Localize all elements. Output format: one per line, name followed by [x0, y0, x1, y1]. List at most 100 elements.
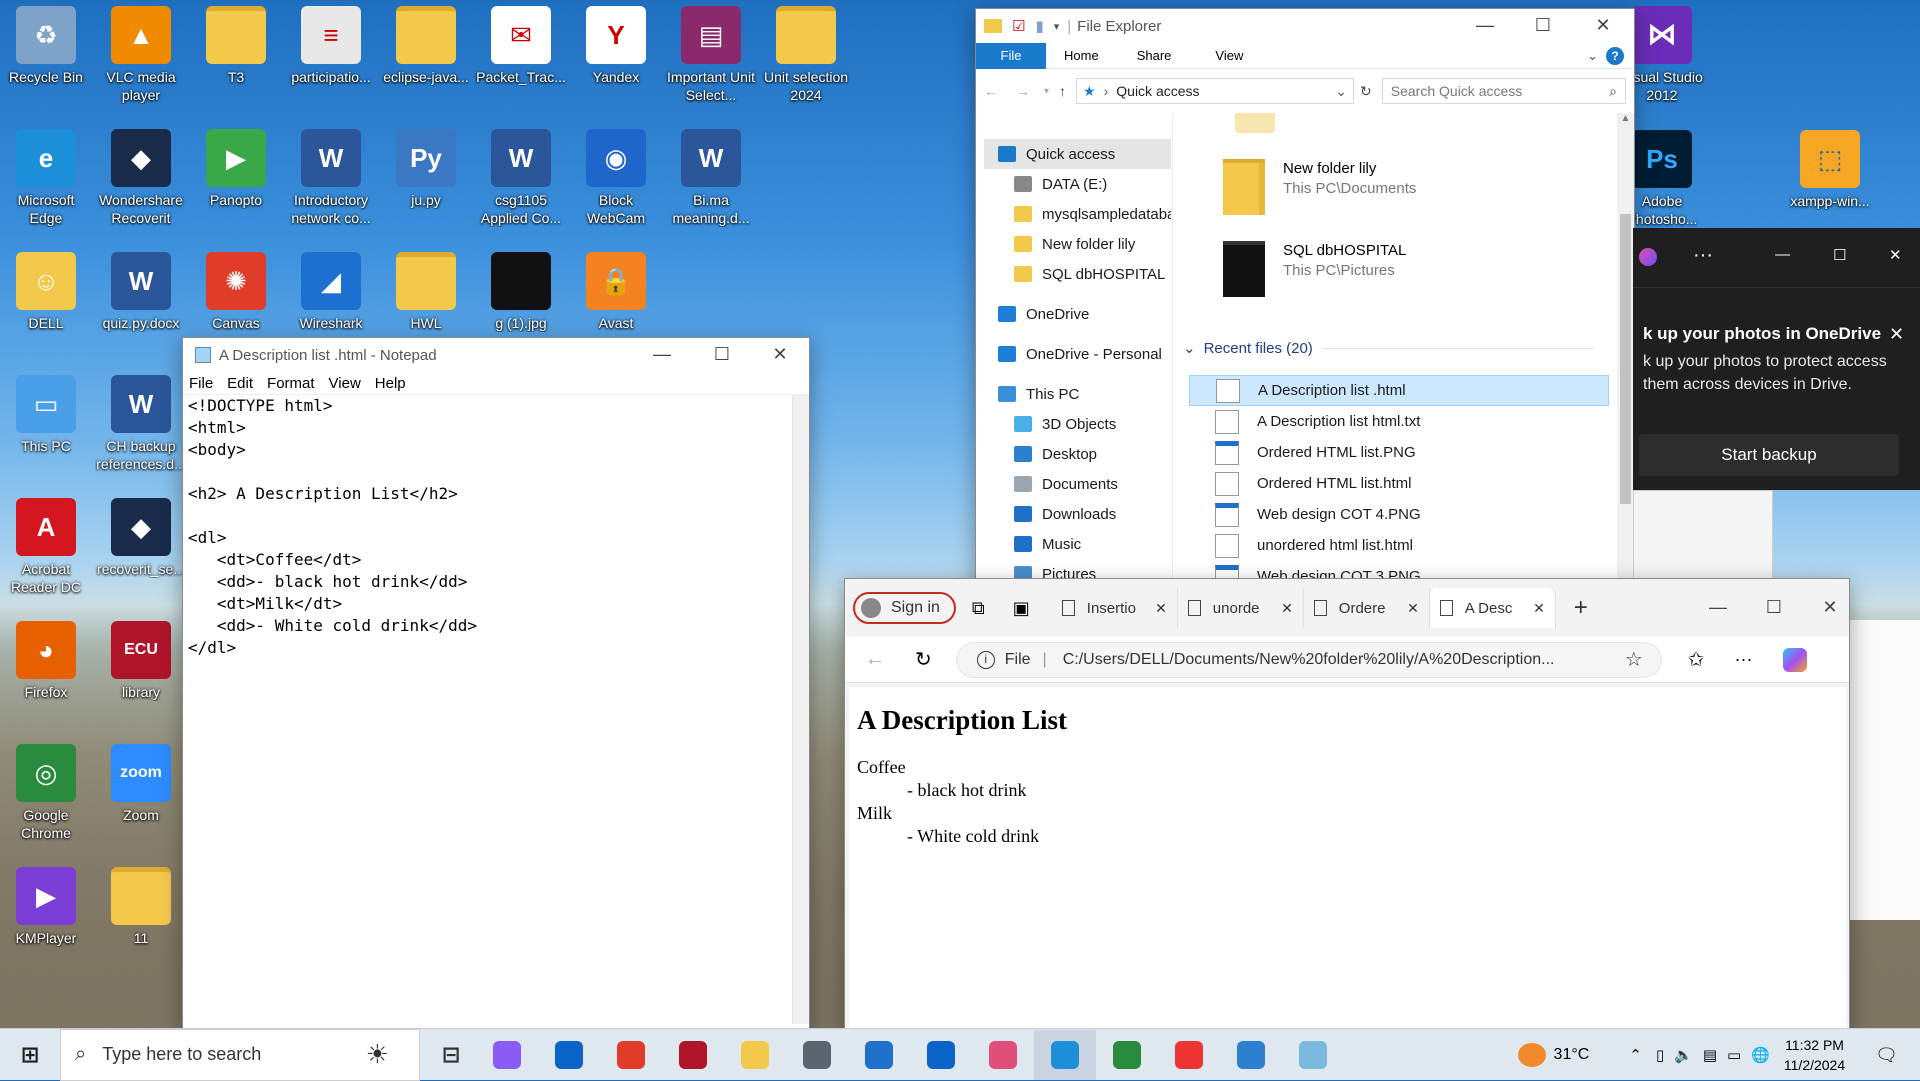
desktop-icon[interactable]: ◆ recoverit_se... [95, 496, 187, 594]
checkmark-icon[interactable]: ☑ [1012, 17, 1025, 35]
nav-item[interactable]: This PC [984, 379, 1171, 409]
desktop-icon[interactable]: ✉ Packet_Trac... [475, 4, 567, 102]
menu-file[interactable]: File [189, 375, 213, 392]
scrollbar-thumb[interactable] [1620, 214, 1631, 504]
taskbar-search-box[interactable]: ⌕ Type here to search ☀ [60, 1028, 420, 1081]
copilot-icon[interactable] [1782, 647, 1807, 672]
desktop-icon[interactable]: ◕ Firefox [0, 619, 92, 717]
refresh-icon[interactable]: ↻ [1360, 83, 1372, 100]
nav-item[interactable]: OneDrive [984, 299, 1171, 329]
edge-icon[interactable] [1034, 1029, 1096, 1080]
close-tab-icon[interactable]: ✕ [1533, 600, 1545, 617]
nav-item[interactable]: Quick access [984, 139, 1171, 169]
desktop-icon[interactable]: ▶ Panopto [190, 127, 282, 225]
desktop-icon[interactable]: W Introductory network co... [285, 127, 377, 226]
explorer-scrollbar[interactable]: ▲ [1617, 113, 1634, 597]
minimize-button[interactable]: — [633, 338, 691, 370]
desktop-icon[interactable]: ◎ Google Chrome [0, 742, 92, 841]
start-backup-button[interactable]: Start backup [1639, 434, 1899, 476]
network-icon[interactable]: ▤ [1703, 1046, 1717, 1064]
desktop-icon[interactable]: Wquiz.py.docx [95, 250, 187, 348]
edge-browser-window[interactable]: Sign in ⧉ ▣ Insertio ✕ unorde ✕ Ordere ✕ A Des… [844, 578, 1850, 1032]
desktop-icon[interactable]: Y Yandex [570, 4, 662, 102]
back-arrow-icon[interactable]: ← [865, 648, 885, 671]
desktop-icon[interactable]: ◢ Wireshark [285, 250, 377, 348]
desktop-icon[interactable]: zoom Zoom [95, 742, 187, 840]
desktop-icon[interactable]: ▶ KMPlayer [0, 865, 92, 963]
maximize-button[interactable]: ☐ [1745, 591, 1803, 623]
canvas-icon[interactable] [600, 1030, 662, 1080]
more-options-icon[interactable]: ··· [1693, 244, 1713, 267]
desktop-icon[interactable]: ECU library [95, 619, 187, 717]
nav-item[interactable]: Documents [984, 469, 1171, 499]
copilot-icon[interactable] [476, 1030, 538, 1080]
ribbon-tab-view[interactable]: View [1215, 48, 1243, 63]
refresh-icon[interactable]: ↻ [915, 647, 932, 672]
desktop-icon[interactable]: ▲ VLC media player [95, 4, 187, 103]
favorites-icon[interactable]: ✩ [1688, 647, 1705, 672]
notepad-window[interactable]: A Description list .html - Notepad — ☐ ✕… [182, 337, 810, 1029]
browser-tab[interactable]: Insertio ✕ [1052, 588, 1178, 628]
help-icon[interactable]: ? [1606, 46, 1624, 65]
desktop-icon[interactable]: ◉ Block WebCam [570, 127, 662, 226]
ribbon-tab-home[interactable]: Home [1064, 48, 1099, 63]
menu-edit[interactable]: Edit [227, 375, 253, 392]
address-dropdown-icon[interactable]: ⌄ [1335, 83, 1347, 100]
onedrive-backup-popup[interactable]: ··· — ☐ ✕ k up your photos in OneDrive ✕… [1633, 228, 1920, 490]
desktop-icon[interactable]: A Acrobat Reader DC [0, 496, 92, 595]
nav-item[interactable]: New folder lily [984, 229, 1171, 259]
calculator-icon[interactable] [786, 1030, 848, 1080]
weather-temp[interactable]: 31°C [1554, 1046, 1590, 1064]
browser-tab[interactable]: unorde ✕ [1178, 588, 1304, 628]
close-tab-icon[interactable]: ✕ [1281, 600, 1293, 617]
desktop-icon[interactable]: Py ju.py [380, 127, 472, 225]
battery-icon[interactable]: ▭ [1727, 1046, 1741, 1064]
popup-close-icon[interactable]: ✕ [1889, 324, 1904, 345]
nav-item[interactable]: mysqlsampledataba [984, 199, 1171, 229]
language-globe-icon[interactable]: 🌐 [1751, 1046, 1770, 1064]
sign-in-button[interactable]: Sign in [853, 592, 956, 624]
collections-icon[interactable]: ⧉ [972, 598, 985, 619]
photos-icon[interactable] [1220, 1030, 1282, 1080]
close-button[interactable]: ✕ [751, 338, 809, 370]
tab-actions-icon[interactable]: ▣ [1013, 598, 1030, 619]
close-button[interactable]: ✕ [1574, 9, 1632, 41]
recent-file-row[interactable]: A Description list .html [1189, 375, 1609, 406]
desktop-icon[interactable]: Wcsg1105 Applied Co... [475, 127, 567, 226]
desktop-icon[interactable]: HWL [380, 250, 472, 348]
mail-icon[interactable] [848, 1030, 910, 1080]
desktop-icon[interactable]: 11 [95, 865, 187, 963]
task-view-icon[interactable]: ⊟ [426, 1030, 476, 1080]
snipping-tool-icon[interactable] [972, 1030, 1034, 1080]
volume-icon[interactable]: 🔈 [1674, 1046, 1693, 1064]
desktop-icon[interactable]: ☺ DELL [0, 250, 92, 348]
desktop-icon[interactable]: ▤ Important Unit Select... [665, 4, 757, 103]
nav-item[interactable]: Desktop [984, 439, 1171, 469]
file-explorer-icon[interactable] [724, 1030, 786, 1080]
desktop-icon[interactable]: Unit selection 2024 [760, 4, 852, 103]
ribbon-expand-chevron-icon[interactable]: ⌄ [1587, 48, 1598, 64]
nav-item[interactable]: DATA (E:) [984, 169, 1171, 199]
desktop-icon-xampp[interactable]: ⬚ xampp-win... [1784, 128, 1876, 226]
recent-file-row[interactable]: Ordered HTML list.html [1189, 468, 1609, 499]
maximize-button[interactable]: ☐ [1833, 246, 1846, 264]
minimize-button[interactable]: — [1775, 246, 1790, 263]
close-button[interactable]: ✕ [1889, 246, 1902, 264]
frequent-folder-item[interactable]: SQL dbHOSPITAL This PC\Pictures [1223, 241, 1406, 297]
new-folder-icon[interactable]: ▮ [1035, 17, 1043, 35]
desktop-icon[interactable]: W CH backup references.d... [95, 373, 187, 472]
frequent-folder-item[interactable]: New folder lily This PC\Documents [1223, 159, 1416, 215]
nav-item[interactable]: SQL dbHOSPITAL [984, 259, 1171, 289]
desktop-icon[interactable]: ◆ Wondershare Recoverit [95, 127, 187, 226]
recent-locations-chevron-icon[interactable]: ▾ [1044, 86, 1049, 97]
clock[interactable]: 11:32 PM 11/2/2024 [1784, 1035, 1845, 1075]
info-icon[interactable]: i [976, 650, 995, 669]
quick-access-toolbar-chevron-icon[interactable]: ▾ [1054, 20, 1060, 33]
desktop-icon[interactable]: ♻ Recycle Bin [0, 4, 92, 102]
desktop-icon[interactable]: T3 [190, 4, 282, 102]
menu-view[interactable]: View [329, 375, 361, 392]
chrome-icon[interactable] [1096, 1030, 1158, 1080]
more-options-icon[interactable]: ··· [1735, 649, 1753, 670]
desktop-icon[interactable]: ✺ Canvas [190, 250, 282, 348]
explorer-titlebar[interactable]: ☑ ▮ ▾ | File Explorer — ☐ ✕ [976, 9, 1634, 43]
